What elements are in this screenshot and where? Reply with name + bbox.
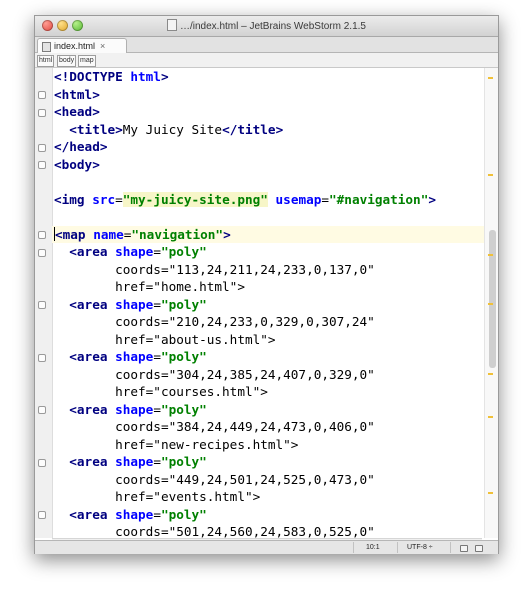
fold-marker-icon[interactable] [38, 248, 46, 257]
breadcrumb-body[interactable]: body [57, 55, 77, 67]
code-line[interactable]: <area shape="poly" [52, 296, 484, 314]
code-line[interactable]: coords="449,24,501,24,525,0,473,0" [52, 471, 484, 489]
code-line[interactable]: <area shape="poly" [52, 243, 484, 261]
fold-marker-icon[interactable] [38, 301, 46, 309]
code-line[interactable]: coords="501,24,560,24,583,0,525,0" [52, 523, 484, 538]
code-line[interactable]: coords="210,24,233,0,329,0,307,24" [52, 313, 484, 331]
tab-close-icon[interactable]: × [100, 39, 105, 53]
warning-marker-icon[interactable] [488, 77, 493, 79]
code-line[interactable]: <area shape="poly" [52, 348, 484, 366]
code-line[interactable]: href="events.html"> [52, 488, 484, 506]
fold-marker-icon[interactable] [38, 511, 46, 519]
inspector-icon[interactable] [475, 545, 483, 552]
warning-marker-icon[interactable] [488, 373, 493, 375]
fold-marker-icon[interactable] [38, 91, 46, 99]
vertical-scroll-thumb[interactable] [489, 230, 496, 368]
tab-index-html[interactable]: index.html × [37, 38, 127, 53]
code-line[interactable] [52, 173, 484, 191]
status-separator [450, 542, 451, 553]
code-line[interactable] [52, 208, 484, 226]
window-title-area: …/index.html – JetBrains WebStorm 2.1.5 [35, 19, 498, 32]
tab-label: index.html [54, 41, 96, 51]
code-line[interactable]: <head> [52, 103, 484, 121]
code-line[interactable]: <html> [52, 86, 484, 104]
status-separator [397, 542, 398, 553]
fold-marker-icon[interactable] [38, 161, 46, 169]
html-file-icon [42, 42, 51, 52]
editor-tab-bar: index.html × [35, 37, 498, 53]
code-line[interactable]: <body> [52, 156, 484, 174]
code-line[interactable]: <area shape="poly" [52, 453, 484, 471]
warning-marker-icon[interactable] [488, 303, 493, 305]
fold-marker-icon[interactable] [38, 406, 46, 414]
fold-marker-icon[interactable] [38, 353, 46, 362]
breadcrumb: html body map [35, 53, 498, 68]
code-area[interactable]: <!DOCTYPE html> <html> <head> <title>My Ju… [52, 68, 484, 538]
code-line[interactable]: </head> [52, 138, 484, 156]
code-line[interactable]: <!DOCTYPE html> [52, 68, 484, 86]
fold-marker-icon[interactable] [38, 231, 46, 239]
code-line[interactable]: coords="113,24,211,24,233,0,137,0" [52, 261, 484, 279]
code-line[interactable]: coords="304,24,385,24,407,0,329,0" [52, 366, 484, 384]
window-title: …/index.html – JetBrains WebStorm 2.1.5 [179, 21, 366, 32]
ide-window: …/index.html – JetBrains WebStorm 2.1.5 … [34, 15, 499, 554]
code-line[interactable]: <title>My Juicy Site</title> [52, 121, 484, 139]
warning-marker-icon[interactable] [488, 492, 493, 494]
code-line[interactable]: <img src="my-juicy-site.png" usemap="#na… [52, 191, 484, 209]
editor-gutter [35, 68, 53, 538]
warning-marker-icon[interactable] [488, 174, 493, 176]
file-encoding[interactable]: UTF-8 ÷ [407, 541, 433, 554]
lock-icon[interactable] [460, 545, 468, 552]
code-line[interactable]: <map name="navigation"> [52, 225, 484, 243]
code-line[interactable]: href="home.html"> [52, 278, 484, 296]
cursor-position[interactable]: 10:1 [366, 541, 380, 554]
code-editor[interactable]: <!DOCTYPE html> <html> <head> <title>My Ju… [35, 68, 498, 538]
fold-marker-icon[interactable] [38, 108, 46, 117]
code-line[interactable]: href="courses.html"> [52, 383, 484, 401]
code-line[interactable]: <area shape="poly" [52, 506, 484, 524]
status-bar: 10:1 UTF-8 ÷ [35, 540, 498, 554]
breadcrumb-map[interactable]: map [78, 55, 96, 67]
code-line[interactable]: <area shape="poly" [52, 401, 484, 419]
code-line[interactable]: href="new-recipes.html"> [52, 436, 484, 454]
warning-marker-icon[interactable] [488, 254, 493, 256]
status-separator [353, 542, 354, 553]
code-line[interactable]: coords="384,24,449,24,473,0,406,0" [52, 418, 484, 436]
document-icon [166, 19, 177, 31]
breadcrumb-html[interactable]: html [37, 55, 55, 67]
fold-marker-icon[interactable] [38, 143, 46, 152]
warning-marker-icon[interactable] [488, 416, 493, 418]
code-line[interactable]: href="about-us.html"> [52, 331, 484, 349]
vertical-scrollbar[interactable] [484, 68, 498, 538]
title-bar[interactable]: …/index.html – JetBrains WebStorm 2.1.5 [35, 16, 498, 37]
fold-marker-icon[interactable] [38, 458, 46, 467]
